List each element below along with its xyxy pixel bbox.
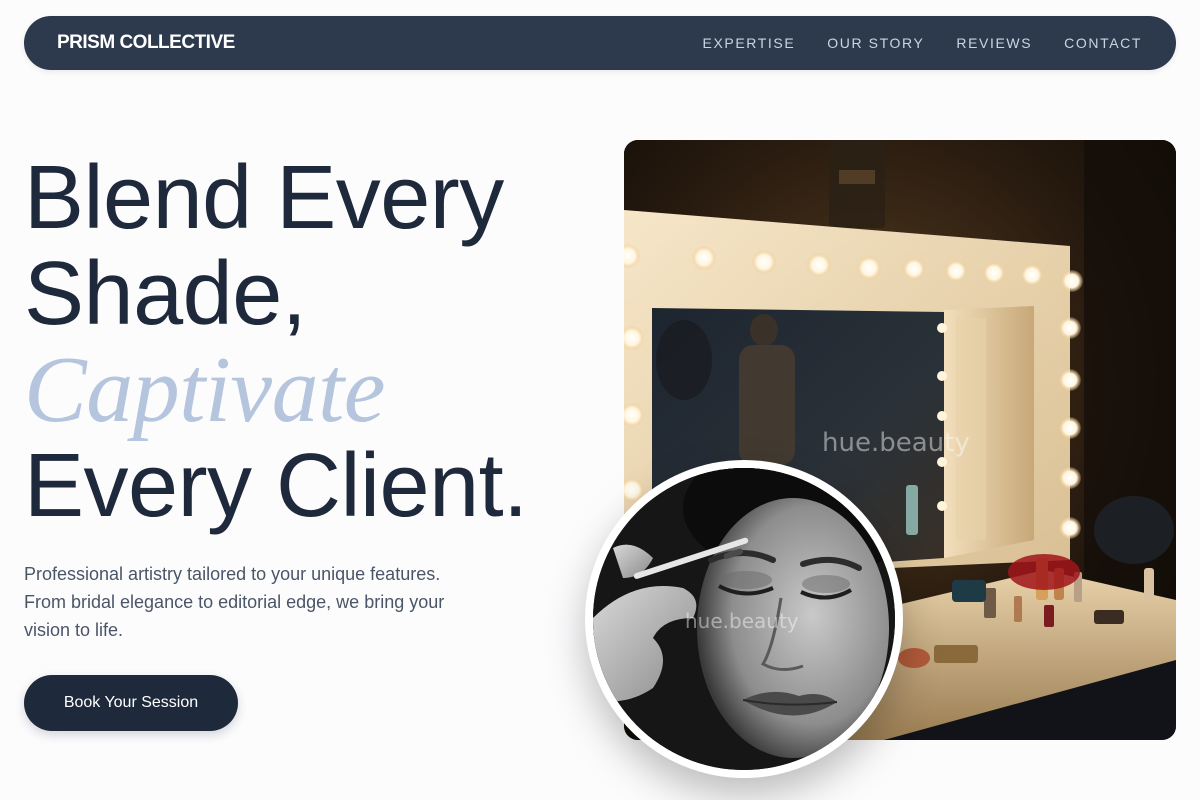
hero-title-line-1: Blend Every <box>24 148 504 248</box>
book-session-button[interactable]: Book Your Session <box>24 675 238 731</box>
hero-title: Blend Every Shade, Captivate Every Clien… <box>24 150 604 534</box>
makeup-application-photo: hue.beauty <box>585 460 903 778</box>
hero-description: Professional artistry tailored to your u… <box>24 564 445 640</box>
hero-title-line-2: Shade, <box>24 244 307 344</box>
brand-logo[interactable]: PRISM COLLECTIVE <box>57 32 235 54</box>
nav-links: EXPERTISE OUR STORY REVIEWS CONTACT <box>671 35 1142 51</box>
hero-title-line-4: Every Client. <box>24 436 528 536</box>
makeup-application-photo-frame: hue.beauty <box>593 468 895 770</box>
top-navbar: PRISM COLLECTIVE EXPERTISE OUR STORY REV… <box>24 16 1176 70</box>
hero-title-accent: Captivate <box>24 338 386 442</box>
nav-link-our-story[interactable]: OUR STORY <box>827 35 924 51</box>
main-watermark: hue.beauty <box>822 428 970 458</box>
nav-link-contact[interactable]: CONTACT <box>1064 35 1142 51</box>
circle-watermark: hue.beauty <box>685 609 799 633</box>
nav-link-reviews[interactable]: REVIEWS <box>956 35 1032 51</box>
nav-link-expertise[interactable]: EXPERTISE <box>703 35 796 51</box>
